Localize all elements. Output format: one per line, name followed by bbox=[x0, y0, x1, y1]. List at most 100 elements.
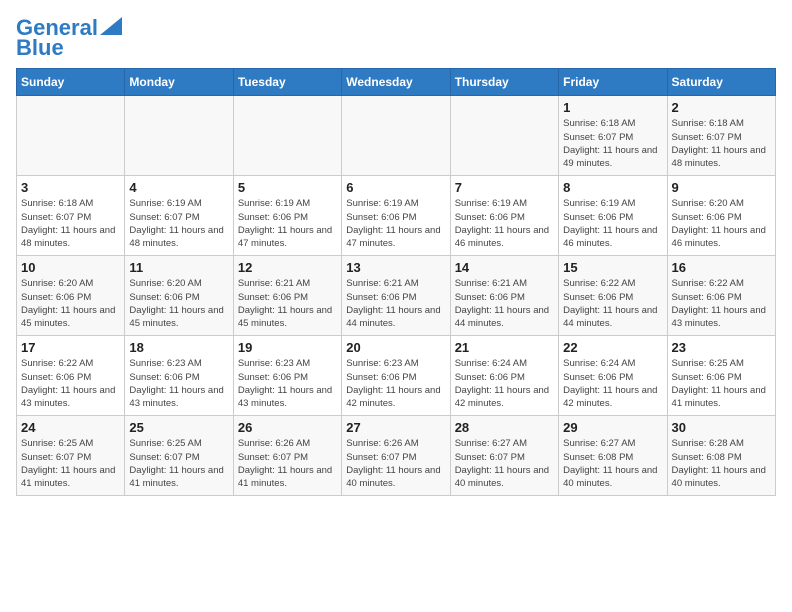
day-info: Sunrise: 6:22 AM Sunset: 6:06 PM Dayligh… bbox=[672, 277, 771, 330]
header-row: SundayMondayTuesdayWednesdayThursdayFrid… bbox=[17, 69, 776, 96]
day-number: 26 bbox=[238, 420, 337, 435]
calendar-table: SundayMondayTuesdayWednesdayThursdayFrid… bbox=[16, 68, 776, 496]
day-cell: 8Sunrise: 6:19 AM Sunset: 6:06 PM Daylig… bbox=[559, 176, 667, 256]
day-number: 1 bbox=[563, 100, 662, 115]
header-cell-sunday: Sunday bbox=[17, 69, 125, 96]
day-info: Sunrise: 6:19 AM Sunset: 6:06 PM Dayligh… bbox=[455, 197, 554, 250]
day-number: 20 bbox=[346, 340, 445, 355]
day-cell: 1 Sunrise: 6:18 AM Sunset: 6:07 PM Daylig… bbox=[559, 96, 667, 176]
day-number: 30 bbox=[672, 420, 771, 435]
day-cell: 4 Sunrise: 6:19 AM Sunset: 6:07 PM Daylig… bbox=[125, 176, 233, 256]
day-cell: 5 Sunrise: 6:19 AM Sunset: 6:06 PM Daylig… bbox=[233, 176, 341, 256]
day-info: Sunrise: 6:23 AM Sunset: 6:06 PM Dayligh… bbox=[346, 357, 445, 410]
calendar-body: 1 Sunrise: 6:18 AM Sunset: 6:07 PM Daylig… bbox=[17, 96, 776, 496]
day-cell: 14 Sunrise: 6:21 AM Sunset: 6:06 PM Dayli… bbox=[450, 256, 558, 336]
header-cell-thursday: Thursday bbox=[450, 69, 558, 96]
day-number: 27 bbox=[346, 420, 445, 435]
day-number: 19 bbox=[238, 340, 337, 355]
day-cell: 30Sunrise: 6:28 AM Sunset: 6:08 PM Dayli… bbox=[667, 416, 775, 496]
day-cell bbox=[233, 96, 341, 176]
day-number: 12 bbox=[238, 260, 337, 275]
week-row-3: 17 Sunrise: 6:22 AM Sunset: 6:06 PM Dayli… bbox=[17, 336, 776, 416]
page-header: General Blue bbox=[16, 16, 776, 60]
day-info: Sunrise: 6:23 AM Sunset: 6:06 PM Dayligh… bbox=[129, 357, 228, 410]
day-info: Sunrise: 6:20 AM Sunset: 6:06 PM Dayligh… bbox=[129, 277, 228, 330]
day-info: Sunrise: 6:18 AM Sunset: 6:07 PM Dayligh… bbox=[563, 117, 662, 170]
day-cell: 17 Sunrise: 6:22 AM Sunset: 6:06 PM Dayli… bbox=[17, 336, 125, 416]
logo-arrow-icon bbox=[100, 17, 122, 35]
day-info: Sunrise: 6:25 AM Sunset: 6:07 PM Dayligh… bbox=[21, 437, 120, 490]
day-number: 6 bbox=[346, 180, 445, 195]
day-info: Sunrise: 6:25 AM Sunset: 6:06 PM Dayligh… bbox=[672, 357, 771, 410]
day-cell: 10 Sunrise: 6:20 AM Sunset: 6:06 PM Dayli… bbox=[17, 256, 125, 336]
day-info: Sunrise: 6:18 AM Sunset: 6:07 PM Dayligh… bbox=[672, 117, 771, 170]
day-number: 18 bbox=[129, 340, 228, 355]
day-cell bbox=[342, 96, 450, 176]
logo-text-blue: Blue bbox=[16, 36, 64, 60]
day-number: 7 bbox=[455, 180, 554, 195]
day-number: 4 bbox=[129, 180, 228, 195]
day-cell: 24 Sunrise: 6:25 AM Sunset: 6:07 PM Dayli… bbox=[17, 416, 125, 496]
week-row-1: 3 Sunrise: 6:18 AM Sunset: 6:07 PM Daylig… bbox=[17, 176, 776, 256]
day-cell: 11Sunrise: 6:20 AM Sunset: 6:06 PM Dayli… bbox=[125, 256, 233, 336]
day-info: Sunrise: 6:26 AM Sunset: 6:07 PM Dayligh… bbox=[346, 437, 445, 490]
day-cell: 29 Sunrise: 6:27 AM Sunset: 6:08 PM Dayli… bbox=[559, 416, 667, 496]
day-info: Sunrise: 6:26 AM Sunset: 6:07 PM Dayligh… bbox=[238, 437, 337, 490]
day-number: 15 bbox=[563, 260, 662, 275]
logo: General Blue bbox=[16, 16, 122, 60]
day-number: 24 bbox=[21, 420, 120, 435]
day-number: 9 bbox=[672, 180, 771, 195]
day-number: 13 bbox=[346, 260, 445, 275]
day-info: Sunrise: 6:24 AM Sunset: 6:06 PM Dayligh… bbox=[563, 357, 662, 410]
day-cell: 20 Sunrise: 6:23 AM Sunset: 6:06 PM Dayli… bbox=[342, 336, 450, 416]
day-cell bbox=[17, 96, 125, 176]
day-cell: 21 Sunrise: 6:24 AM Sunset: 6:06 PM Dayli… bbox=[450, 336, 558, 416]
day-info: Sunrise: 6:20 AM Sunset: 6:06 PM Dayligh… bbox=[672, 197, 771, 250]
day-info: Sunrise: 6:22 AM Sunset: 6:06 PM Dayligh… bbox=[563, 277, 662, 330]
day-info: Sunrise: 6:19 AM Sunset: 6:06 PM Dayligh… bbox=[238, 197, 337, 250]
header-cell-saturday: Saturday bbox=[667, 69, 775, 96]
day-number: 2 bbox=[672, 100, 771, 115]
day-info: Sunrise: 6:19 AM Sunset: 6:07 PM Dayligh… bbox=[129, 197, 228, 250]
day-info: Sunrise: 6:18 AM Sunset: 6:07 PM Dayligh… bbox=[21, 197, 120, 250]
day-cell: 9 Sunrise: 6:20 AM Sunset: 6:06 PM Daylig… bbox=[667, 176, 775, 256]
day-number: 8 bbox=[563, 180, 662, 195]
day-number: 21 bbox=[455, 340, 554, 355]
day-number: 10 bbox=[21, 260, 120, 275]
day-info: Sunrise: 6:20 AM Sunset: 6:06 PM Dayligh… bbox=[21, 277, 120, 330]
day-info: Sunrise: 6:22 AM Sunset: 6:06 PM Dayligh… bbox=[21, 357, 120, 410]
calendar-header: SundayMondayTuesdayWednesdayThursdayFrid… bbox=[17, 69, 776, 96]
day-info: Sunrise: 6:21 AM Sunset: 6:06 PM Dayligh… bbox=[455, 277, 554, 330]
day-info: Sunrise: 6:27 AM Sunset: 6:07 PM Dayligh… bbox=[455, 437, 554, 490]
day-number: 3 bbox=[21, 180, 120, 195]
day-cell: 26 Sunrise: 6:26 AM Sunset: 6:07 PM Dayli… bbox=[233, 416, 341, 496]
day-number: 29 bbox=[563, 420, 662, 435]
header-cell-monday: Monday bbox=[125, 69, 233, 96]
day-number: 22 bbox=[563, 340, 662, 355]
day-cell bbox=[125, 96, 233, 176]
day-info: Sunrise: 6:27 AM Sunset: 6:08 PM Dayligh… bbox=[563, 437, 662, 490]
day-cell: 2 Sunrise: 6:18 AM Sunset: 6:07 PM Daylig… bbox=[667, 96, 775, 176]
day-cell: 28Sunrise: 6:27 AM Sunset: 6:07 PM Dayli… bbox=[450, 416, 558, 496]
header-cell-tuesday: Tuesday bbox=[233, 69, 341, 96]
day-info: Sunrise: 6:21 AM Sunset: 6:06 PM Dayligh… bbox=[346, 277, 445, 330]
day-info: Sunrise: 6:21 AM Sunset: 6:06 PM Dayligh… bbox=[238, 277, 337, 330]
day-cell: 19 Sunrise: 6:23 AM Sunset: 6:06 PM Dayli… bbox=[233, 336, 341, 416]
day-cell: 12 Sunrise: 6:21 AM Sunset: 6:06 PM Dayli… bbox=[233, 256, 341, 336]
day-cell: 6 Sunrise: 6:19 AM Sunset: 6:06 PM Daylig… bbox=[342, 176, 450, 256]
day-number: 25 bbox=[129, 420, 228, 435]
day-cell: 22 Sunrise: 6:24 AM Sunset: 6:06 PM Dayli… bbox=[559, 336, 667, 416]
header-cell-wednesday: Wednesday bbox=[342, 69, 450, 96]
day-number: 17 bbox=[21, 340, 120, 355]
day-cell bbox=[450, 96, 558, 176]
day-cell: 23 Sunrise: 6:25 AM Sunset: 6:06 PM Dayli… bbox=[667, 336, 775, 416]
day-info: Sunrise: 6:24 AM Sunset: 6:06 PM Dayligh… bbox=[455, 357, 554, 410]
day-info: Sunrise: 6:19 AM Sunset: 6:06 PM Dayligh… bbox=[346, 197, 445, 250]
day-cell: 7 Sunrise: 6:19 AM Sunset: 6:06 PM Daylig… bbox=[450, 176, 558, 256]
day-number: 23 bbox=[672, 340, 771, 355]
day-number: 16 bbox=[672, 260, 771, 275]
day-info: Sunrise: 6:23 AM Sunset: 6:06 PM Dayligh… bbox=[238, 357, 337, 410]
day-number: 5 bbox=[238, 180, 337, 195]
day-number: 14 bbox=[455, 260, 554, 275]
day-cell: 27 Sunrise: 6:26 AM Sunset: 6:07 PM Dayli… bbox=[342, 416, 450, 496]
